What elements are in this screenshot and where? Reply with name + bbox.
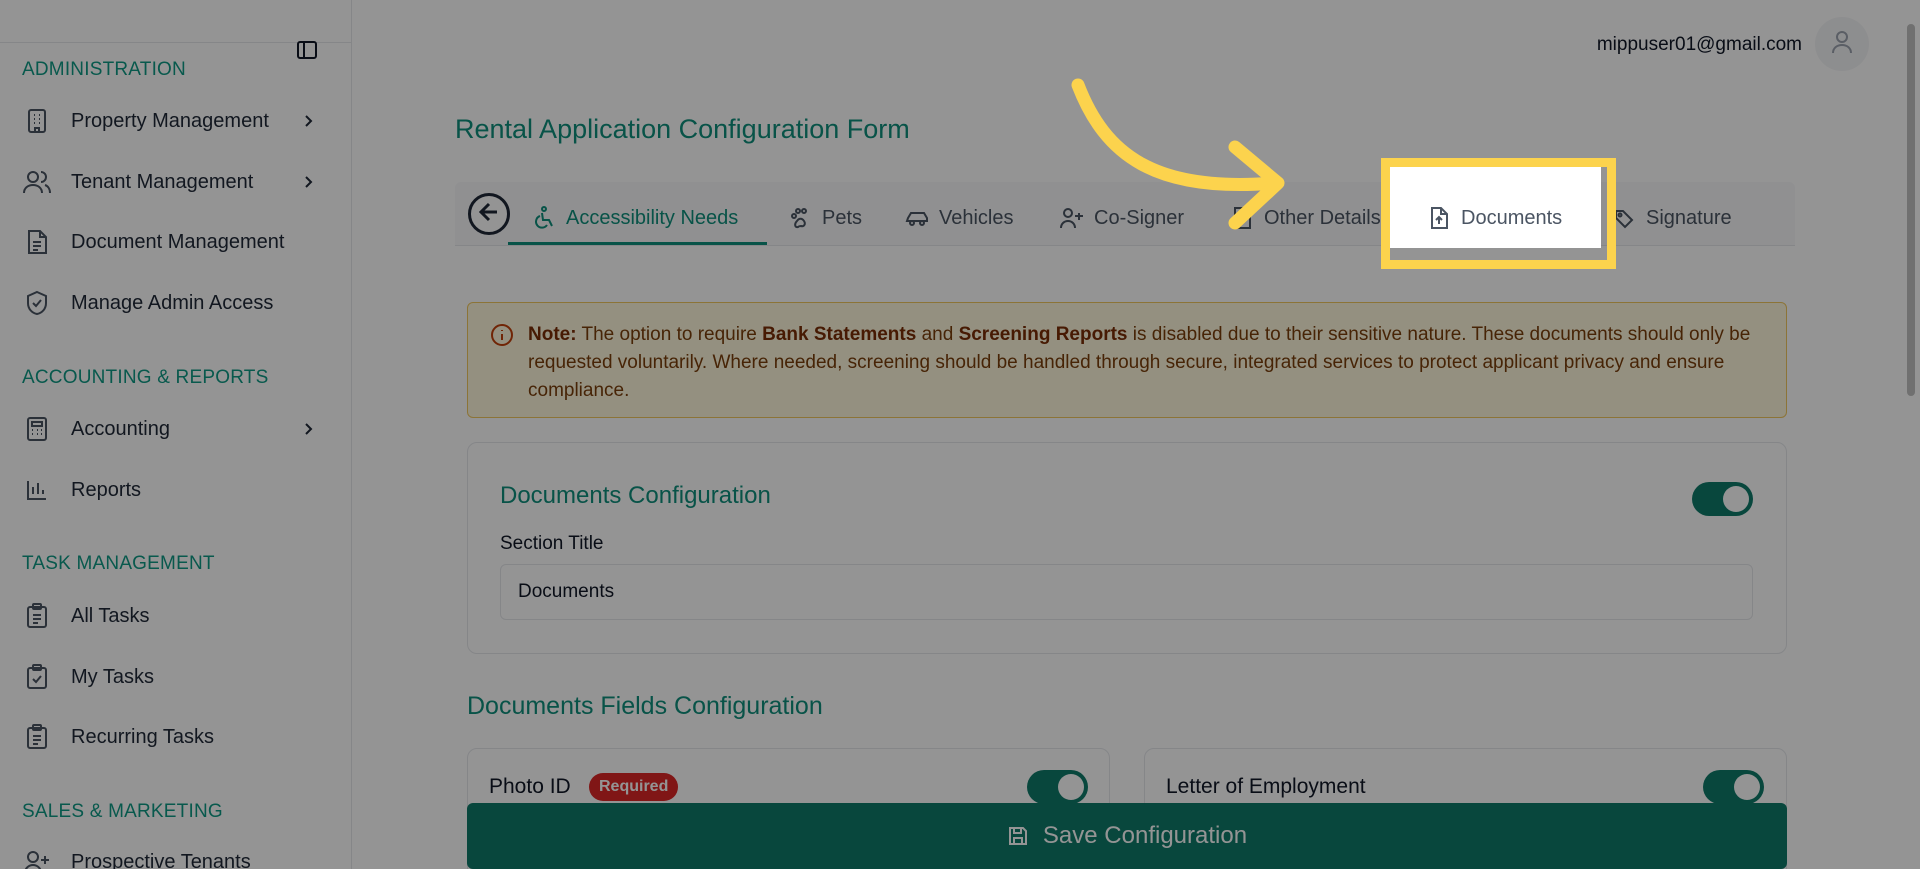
- sidebar-item-label: Document Management: [71, 230, 285, 253]
- shield-check-icon: [22, 288, 52, 318]
- user-icon: [1830, 29, 1854, 60]
- fields-config-title: Documents Fields Configuration: [467, 692, 823, 720]
- tab-signature[interactable]: Signature: [1612, 192, 1732, 244]
- sidebar-item-label: Prospective Tenants: [71, 850, 251, 869]
- highlight-frame: [1381, 158, 1616, 269]
- sidebar-item-label: Recurring Tasks: [71, 725, 215, 748]
- chevron-right-icon: [298, 419, 318, 439]
- tab-vehicles[interactable]: Vehicles: [905, 192, 1014, 244]
- sidebar-item-property-management[interactable]: Property Management: [22, 99, 332, 143]
- sidebar-item-my-tasks[interactable]: My Tasks: [22, 655, 332, 699]
- section-title-label: Section Title: [500, 533, 604, 554]
- section-label-task-management: TASK MANAGEMENT: [22, 553, 215, 574]
- tab-accessibility-needs[interactable]: Accessibility Needs: [532, 192, 738, 244]
- scrollbar-thumb[interactable]: [1907, 24, 1915, 396]
- documents-config-toggle[interactable]: [1692, 482, 1753, 516]
- clipboard-list-icon: [22, 722, 52, 752]
- pointer-arrow-icon: [1071, 78, 1285, 230]
- tab-label: Pets: [822, 206, 863, 229]
- field-label-photo-id: Photo ID: [489, 775, 571, 798]
- accessibility-icon: [532, 206, 556, 230]
- save-button-label: Save Configuration: [1042, 822, 1248, 849]
- note-text: Note: The option to require Bank Stateme…: [528, 324, 1751, 401]
- sidebar-item-label: Reports: [71, 478, 142, 501]
- building-icon: [22, 106, 52, 136]
- car-icon: [905, 206, 929, 230]
- user-email: mippuser01@gmail.com: [1596, 34, 1802, 55]
- users-icon: [22, 167, 52, 197]
- chevron-right-icon: [298, 111, 318, 131]
- photo-id-toggle[interactable]: [1027, 770, 1088, 804]
- arrow-left-icon: [478, 201, 500, 228]
- calculator-icon: [22, 414, 52, 444]
- sidebar-item-manage-admin-access[interactable]: Manage Admin Access: [22, 281, 332, 325]
- sidebar-item-prospective-tenants[interactable]: Prospective Tenants: [22, 840, 332, 869]
- save-configuration-button[interactable]: Save Configuration: [467, 803, 1787, 869]
- sidebar-item-document-management[interactable]: Document Management: [22, 220, 332, 264]
- required-badge: Required: [589, 773, 679, 801]
- documents-config-title: Documents Configuration: [500, 482, 771, 509]
- info-note: Note: The option to require Bank Stateme…: [467, 302, 1787, 418]
- sidebar-item-label: My Tasks: [71, 665, 154, 688]
- letter-of-employment-toggle[interactable]: [1703, 770, 1764, 804]
- section-title-input[interactable]: [500, 564, 1753, 620]
- document-icon: [22, 227, 52, 257]
- section-label-administration: ADMINISTRATION: [22, 59, 186, 80]
- sidebar-item-accounting[interactable]: Accounting: [22, 407, 332, 451]
- clipboard-check-icon: [22, 662, 52, 692]
- sidebar: ADMINISTRATION Property Management Tenan…: [0, 0, 352, 869]
- documents-config-card: [467, 442, 1787, 654]
- avatar[interactable]: [1815, 17, 1869, 71]
- sidebar-item-label: Tenant Management: [71, 170, 254, 193]
- chevron-right-icon: [298, 172, 318, 192]
- sidebar-item-all-tasks[interactable]: All Tasks: [22, 594, 332, 638]
- back-button[interactable]: [468, 193, 510, 235]
- active-tab-indicator: [508, 242, 767, 245]
- field-label-letter-of-employment: Letter of Employment: [1166, 775, 1366, 798]
- sidebar-toggle-icon[interactable]: [295, 38, 319, 62]
- section-label-sales-marketing: SALES & MARKETING: [22, 801, 223, 822]
- bar-chart-icon: [22, 475, 52, 505]
- sidebar-item-recurring-tasks[interactable]: Recurring Tasks: [22, 715, 332, 759]
- sidebar-item-label: Property Management: [71, 109, 269, 132]
- tab-pets[interactable]: Pets: [788, 192, 862, 244]
- sidebar-item-label: Accounting: [71, 417, 170, 440]
- sidebar-item-tenant-management[interactable]: Tenant Management: [22, 160, 332, 204]
- user-plus-icon: [22, 847, 52, 869]
- tab-label: Signature: [1646, 206, 1732, 229]
- save-icon: [1007, 824, 1031, 848]
- page-title: Rental Application Configuration Form: [455, 114, 910, 144]
- sidebar-item-label: Manage Admin Access: [71, 291, 274, 314]
- sidebar-item-reports[interactable]: Reports: [22, 468, 332, 512]
- info-icon: [490, 323, 514, 352]
- sidebar-item-label: All Tasks: [71, 604, 150, 627]
- tab-label: Accessibility Needs: [566, 206, 739, 229]
- paw-icon: [788, 206, 812, 230]
- tab-label: Vehicles: [939, 206, 1014, 229]
- section-label-accounting-reports: ACCOUNTING & REPORTS: [22, 367, 269, 388]
- clipboard-list-icon: [22, 601, 52, 631]
